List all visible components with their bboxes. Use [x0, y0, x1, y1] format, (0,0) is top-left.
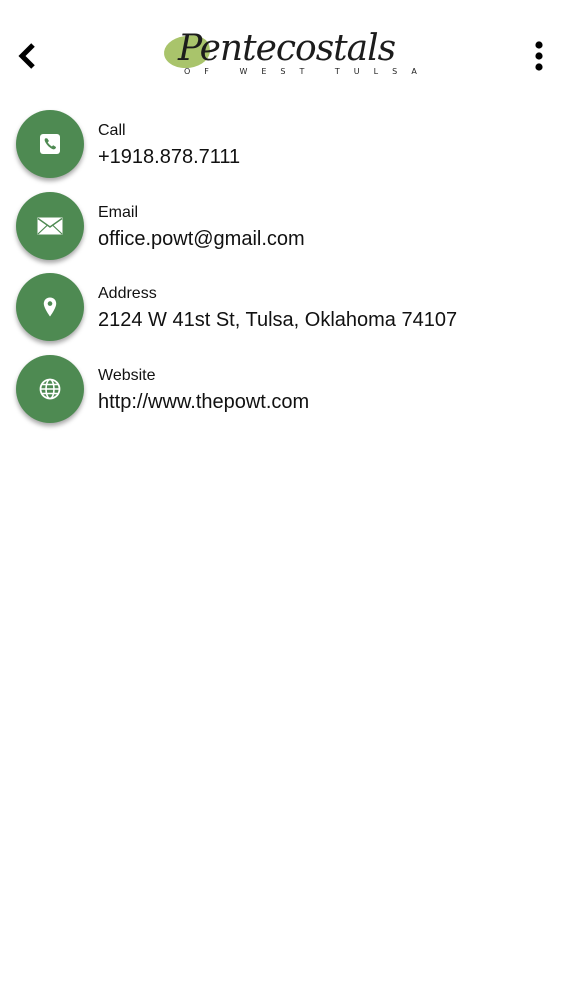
contact-row-call[interactable]: Call +1918.878.7111: [0, 108, 563, 190]
logo-subtitle: OF WEST TULSA: [184, 67, 431, 76]
contact-label: Email: [98, 203, 139, 221]
chevron-left-icon: [18, 43, 35, 69]
back-button[interactable]: [10, 38, 44, 74]
contact-value: 2124 W 41st St, Tulsa, Oklahoma 74107: [98, 309, 458, 331]
call-icon-circle: [16, 110, 84, 178]
church-logo: Pentecostals OF WEST TULSA: [160, 28, 431, 84]
globe-icon: [39, 378, 61, 399]
email-icon-circle: [16, 191, 84, 260]
more-vertical-icon: [535, 41, 543, 71]
contact-label: Website: [98, 366, 156, 384]
contact-label: Address: [98, 285, 157, 302]
overflow-menu-button[interactable]: [529, 38, 549, 74]
phone-icon: [40, 134, 60, 154]
contact-value: +1918.878.7111: [98, 146, 241, 168]
contact-label: Call: [98, 122, 126, 139]
contact-value: office.powt@gmail.com: [98, 227, 305, 250]
mail-icon: [37, 217, 63, 234]
map-pin-icon: [43, 297, 57, 317]
contact-row-website[interactable]: Website http://www.thepowt.com: [0, 353, 563, 435]
contact-list: Call +1918.878.7111 Email office.powt@gm…: [0, 108, 563, 434]
contact-value: http://www.thepowt.com: [98, 390, 310, 413]
app-header: Pentecostals OF WEST TULSA: [0, 0, 563, 110]
contact-row-email[interactable]: Email office.powt@gmail.com: [0, 190, 563, 272]
address-icon-circle: [16, 273, 84, 341]
logo-title: Pentecostals: [178, 28, 396, 69]
contact-row-address[interactable]: Address 2124 W 41st St, Tulsa, Oklahoma …: [0, 271, 563, 353]
website-icon-circle: [16, 354, 84, 423]
